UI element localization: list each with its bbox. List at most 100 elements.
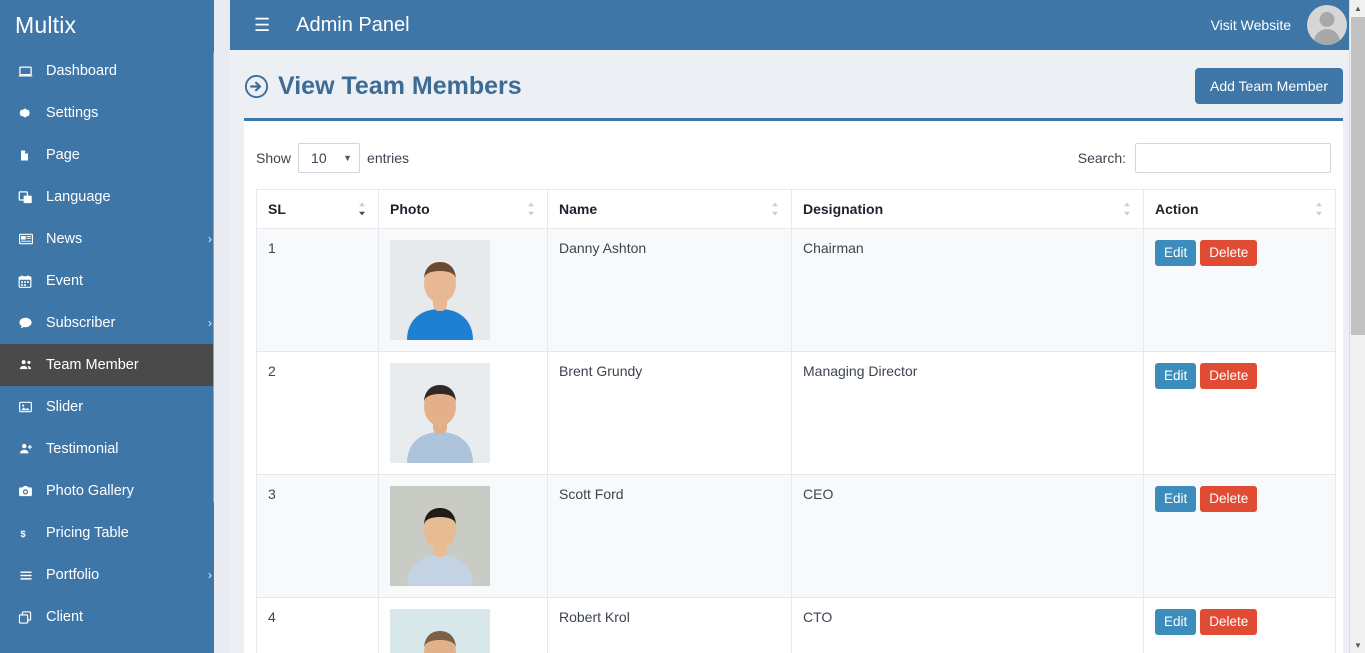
column-header-name[interactable]: Name	[547, 189, 792, 229]
gear-icon	[18, 106, 42, 120]
sort-none-icon[interactable]	[525, 202, 537, 216]
search-input[interactable]	[1135, 143, 1331, 173]
sidebar-item-label: Team Member	[46, 357, 139, 373]
action-button-group: Edit Delete	[1155, 240, 1324, 267]
column-header-designation[interactable]: Designation	[791, 189, 1144, 229]
sidebar-item-subscriber[interactable]: Subscriber ›	[0, 302, 230, 344]
avatar-head-shape	[1319, 12, 1335, 27]
cell-photo	[378, 351, 548, 475]
sidebar-item-settings[interactable]: Settings	[0, 92, 230, 134]
column-header-sl[interactable]: SL	[256, 189, 379, 229]
sidebar-item-portfolio[interactable]: Portfolio ›	[0, 554, 230, 596]
language-icon	[18, 190, 42, 205]
cell-name: Danny Ashton	[547, 228, 792, 352]
cell-action: Edit Delete	[1143, 351, 1336, 475]
show-label: Show	[256, 150, 292, 166]
camera-icon	[18, 484, 42, 498]
copy-icon	[18, 610, 42, 625]
edit-button[interactable]: Edit	[1155, 240, 1197, 267]
sidebar-item-slider[interactable]: Slider	[0, 386, 230, 428]
brand-logo[interactable]: Multix	[0, 0, 230, 50]
column-header-label: Action	[1155, 201, 1199, 217]
sidebar-item-label: Pricing Table	[46, 525, 129, 541]
sidebar-item-testimonial[interactable]: Testimonial	[0, 428, 230, 470]
page-title: View Team Members	[244, 72, 522, 101]
sidebar-nav: Dashboard Settings Page Language News › Event S…	[0, 50, 230, 638]
sidebar-item-team-member[interactable]: Team Member	[0, 344, 230, 386]
avatar[interactable]	[1307, 5, 1347, 45]
cell-action: Edit Delete	[1143, 474, 1336, 598]
delete-button[interactable]: Delete	[1200, 609, 1258, 636]
sidebar-item-event[interactable]: Event	[0, 260, 230, 302]
sidebar-item-client[interactable]: Client	[0, 596, 230, 638]
column-header-label: Name	[559, 201, 598, 217]
team-members-panel: Show 102550100 ▼ entries Search: SL Photo…	[244, 118, 1343, 653]
sort-asc-icon[interactable]	[356, 202, 368, 216]
page-length-select[interactable]: 102550100	[298, 143, 361, 173]
delete-button[interactable]: Delete	[1200, 240, 1258, 267]
sidebar-item-label: Language	[46, 189, 111, 205]
column-header-photo[interactable]: Photo	[378, 189, 548, 229]
delete-button[interactable]: Delete	[1200, 363, 1258, 390]
visit-website-link[interactable]: Visit Website	[1211, 17, 1291, 33]
cell-sl: 3	[256, 474, 379, 598]
datatable-toolbar: Show 102550100 ▼ entries Search:	[256, 137, 1331, 189]
table-header-row: SL Photo Name Designation Action	[256, 189, 1336, 229]
sidebar-item-label: Client	[46, 609, 84, 625]
file-icon	[18, 148, 42, 163]
team-members-table: SL Photo Name Designation Action 1 Danny Asht…	[256, 189, 1336, 653]
page-length-select-wrap: 102550100 ▼	[298, 143, 361, 173]
cell-photo	[378, 228, 548, 352]
sidebar-item-label: Subscriber	[46, 315, 116, 331]
cell-name: Robert Krol	[547, 597, 792, 653]
delete-button[interactable]: Delete	[1200, 486, 1258, 513]
sort-none-icon[interactable]	[1121, 202, 1133, 216]
main-content: ☰ Admin Panel Visit Website View Team Me…	[230, 0, 1365, 653]
top-navbar: ☰ Admin Panel Visit Website	[230, 0, 1365, 50]
action-button-group: Edit Delete	[1155, 486, 1324, 513]
column-header-label: SL	[268, 201, 286, 217]
add-team-member-button[interactable]: Add Team Member	[1194, 68, 1343, 104]
cell-action: Edit Delete	[1143, 228, 1336, 352]
scroll-up-arrow-icon[interactable]: ▲	[1350, 0, 1365, 16]
column-header-action[interactable]: Action	[1143, 189, 1336, 229]
sidebar-item-news[interactable]: News ›	[0, 218, 230, 260]
cell-name: Scott Ford	[547, 474, 792, 598]
chevron-right-icon: ›	[208, 568, 212, 582]
sidebar-item-label: Event	[46, 273, 84, 289]
table-row: 3 Scott Ford CEO Edit Delete	[256, 474, 1336, 598]
sidebar-item-label: Slider	[46, 399, 84, 415]
sidebar-item-photo-gallery[interactable]: Photo Gallery	[0, 470, 230, 512]
sidebar-item-pricing-table[interactable]: $ Pricing Table	[0, 512, 230, 554]
chevron-right-icon: ›	[208, 316, 212, 330]
scroll-down-arrow-icon[interactable]: ▼	[1350, 637, 1365, 653]
bars-icon	[18, 569, 42, 582]
users-icon	[18, 358, 42, 372]
hamburger-icon[interactable]: ☰	[248, 12, 276, 38]
sidebar-item-page[interactable]: Page	[0, 134, 230, 176]
edit-button[interactable]: Edit	[1155, 486, 1197, 513]
table-row: 4 Robert Krol CTO Edit Delete	[256, 597, 1336, 653]
sort-none-icon[interactable]	[1313, 202, 1325, 216]
cell-sl: 1	[256, 228, 379, 352]
search-label: Search:	[1077, 150, 1126, 166]
page-header: View Team Members Add Team Member	[230, 50, 1365, 118]
app-title: Admin Panel	[296, 13, 410, 36]
sidebar-item-label: Photo Gallery	[46, 483, 134, 499]
calendar-icon	[18, 274, 42, 289]
sort-none-icon[interactable]	[769, 202, 781, 216]
page-title-text: View Team Members	[278, 71, 522, 100]
cell-designation: CEO	[791, 474, 1144, 598]
action-button-group: Edit Delete	[1155, 363, 1324, 390]
page-scrollbar[interactable]: ▲ ▼	[1349, 0, 1365, 653]
sidebar-item-language[interactable]: Language	[0, 176, 230, 218]
page-scrollbar-thumb[interactable]	[1351, 17, 1365, 335]
column-header-label: Photo	[390, 201, 430, 217]
cell-photo	[378, 597, 548, 653]
edit-button[interactable]: Edit	[1155, 363, 1197, 390]
sidebar-item-dashboard[interactable]: Dashboard	[0, 50, 230, 92]
sidebar-item-label: Portfolio	[46, 567, 100, 583]
cell-sl: 2	[256, 351, 379, 475]
team-member-photo	[390, 240, 490, 340]
edit-button[interactable]: Edit	[1155, 609, 1197, 636]
